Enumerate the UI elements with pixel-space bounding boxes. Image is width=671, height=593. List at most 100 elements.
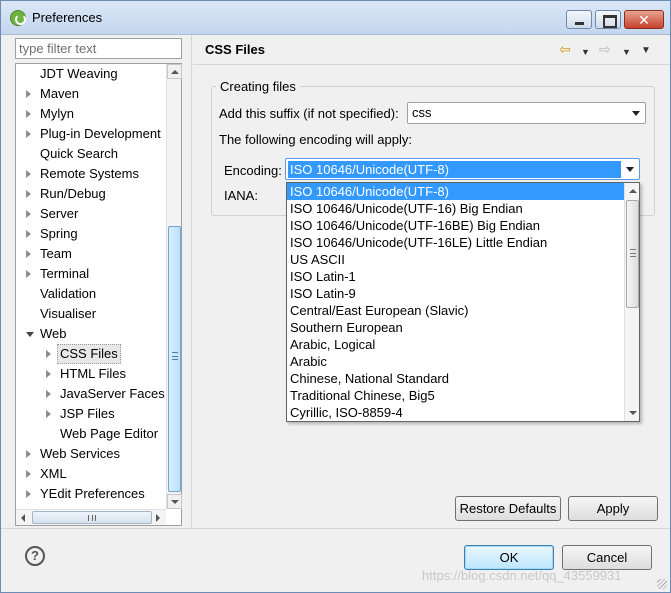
tree-item-label: XML	[40, 466, 67, 481]
tree-item[interactable]: Server	[16, 204, 181, 224]
ok-button[interactable]: OK	[464, 545, 554, 570]
collapsed-arrow-icon[interactable]	[26, 130, 31, 138]
resize-grip-icon[interactable]	[657, 579, 667, 589]
back-arrow-icon[interactable]: ⇦	[559, 42, 571, 56]
view-menu-icon[interactable]: ▼	[641, 44, 651, 58]
dropdown-scroll-thumb[interactable]	[626, 200, 639, 308]
forward-arrow-icon[interactable]: ⇨	[599, 42, 611, 56]
tree-item[interactable]: Web Services	[16, 444, 181, 464]
maximize-button[interactable]	[595, 10, 621, 29]
encoding-option[interactable]: ISO Latin-1	[287, 268, 624, 285]
help-icon[interactable]: ?	[25, 546, 45, 566]
scroll-left-arrow-icon[interactable]	[16, 510, 31, 525]
encoding-option[interactable]: ISO Latin-9	[287, 285, 624, 302]
collapsed-arrow-icon[interactable]	[46, 370, 51, 378]
tree-vertical-scrollbar[interactable]	[166, 64, 182, 509]
tree-item[interactable]: XML	[16, 464, 181, 484]
back-history-dropdown-icon[interactable]: ▼	[581, 45, 590, 59]
collapsed-arrow-icon[interactable]	[26, 90, 31, 98]
iana-label: IANA:	[224, 188, 258, 203]
tree-item[interactable]: Team	[16, 244, 181, 264]
scroll-up-arrow-icon[interactable]	[167, 64, 182, 79]
tree-item[interactable]: JSP Files	[16, 404, 181, 424]
forward-history-dropdown-icon[interactable]: ▼	[622, 45, 631, 59]
dropdown-scrollbar[interactable]	[624, 183, 639, 421]
expanded-arrow-icon[interactable]	[26, 332, 34, 337]
tree-item[interactable]: Quick Search	[16, 144, 181, 164]
title-bar[interactable]: Preferences ✕	[1, 1, 670, 35]
encoding-option[interactable]: ISO 10646/Unicode(UTF-16BE) Big Endian	[287, 217, 624, 234]
encoding-option[interactable]: ISO 10646/Unicode(UTF-16LE) Little Endia…	[287, 234, 624, 251]
tree-item-label: Terminal	[40, 266, 90, 281]
encoding-option[interactable]: ISO 10646/Unicode(UTF-8)	[287, 183, 624, 200]
restore-defaults-button[interactable]: Restore Defaults	[455, 496, 561, 521]
collapsed-arrow-icon[interactable]	[26, 190, 31, 198]
tree-item[interactable]: Run/Debug	[16, 184, 181, 204]
collapsed-arrow-icon[interactable]	[26, 490, 31, 498]
tree-item[interactable]: Web	[16, 324, 181, 344]
tree-item[interactable]: Remote Systems	[16, 164, 181, 184]
tree-item[interactable]: Validation	[16, 284, 181, 304]
collapsed-arrow-icon[interactable]	[26, 250, 31, 258]
encoding-option[interactable]: Southern European	[287, 319, 624, 336]
spring-app-icon	[10, 10, 26, 26]
minimize-button[interactable]	[566, 10, 592, 29]
chevron-down-icon	[626, 167, 634, 172]
encoding-option[interactable]: Arabic, Logical	[287, 336, 624, 353]
encoding-option[interactable]: Chinese, National Standard	[287, 370, 624, 387]
encoding-dropdown-list[interactable]: ISO 10646/Unicode(UTF-8) ISO 10646/Unicod…	[286, 182, 640, 422]
cancel-button[interactable]: Cancel	[562, 545, 652, 570]
encoding-option[interactable]: Cyrillic, ISO-8859-4	[287, 404, 624, 421]
tree-item-label: Remote Systems	[40, 166, 139, 181]
tree-item[interactable]: Visualiser	[16, 304, 181, 324]
tree-item[interactable]: Web Page Editor	[16, 424, 181, 444]
encoding-value: ISO 10646/Unicode(UTF-8)	[288, 161, 621, 178]
encoding-option[interactable]: Arabic	[287, 353, 624, 370]
tree-item[interactable]: Plug-in Development	[16, 124, 181, 144]
tree-item-label: Maven	[40, 86, 80, 101]
scroll-right-arrow-icon[interactable]	[151, 510, 166, 525]
tree-item[interactable]: JDT Weaving	[16, 64, 181, 84]
tree-item[interactable]: Terminal	[16, 264, 181, 284]
grip-icon	[172, 352, 178, 360]
collapsed-arrow-icon[interactable]	[26, 270, 31, 278]
scroll-down-arrow-icon[interactable]	[625, 405, 639, 421]
collapsed-arrow-icon[interactable]	[26, 230, 31, 238]
preference-tree[interactable]: JDT Weaving Maven Mylyn Plug-in Development…	[15, 63, 182, 526]
tree-item[interactable]: Spring	[16, 224, 181, 244]
collapsed-arrow-icon[interactable]	[26, 210, 31, 218]
tree-item-label: YEdit Preferences	[40, 486, 145, 501]
horizontal-scroll-thumb[interactable]	[32, 511, 152, 524]
encoding-option[interactable]: Traditional Chinese, Big5	[287, 387, 624, 404]
tree-item-label: Server	[40, 206, 79, 221]
encoding-combo[interactable]: ISO 10646/Unicode(UTF-8)	[285, 158, 640, 180]
encoding-label: Encoding:	[224, 163, 282, 178]
panel-splitter[interactable]	[191, 35, 192, 528]
collapsed-arrow-icon[interactable]	[26, 110, 31, 118]
collapsed-arrow-icon[interactable]	[26, 470, 31, 478]
collapsed-arrow-icon[interactable]	[46, 410, 51, 418]
scroll-down-arrow-icon[interactable]	[167, 494, 182, 509]
tree-item[interactable]: HTML Files	[16, 364, 181, 384]
collapsed-arrow-icon[interactable]	[26, 170, 31, 178]
tree-horizontal-scrollbar[interactable]	[16, 509, 166, 525]
chevron-down-icon	[632, 111, 640, 116]
close-button[interactable]: ✕	[624, 10, 664, 29]
scroll-up-arrow-icon[interactable]	[625, 183, 639, 199]
scroll-thumb[interactable]	[168, 226, 181, 492]
suffix-combo[interactable]: css	[407, 102, 646, 124]
apply-button[interactable]: Apply	[568, 496, 658, 521]
collapsed-arrow-icon[interactable]	[46, 350, 51, 358]
tree-item-label: Plug-in Development	[40, 126, 161, 141]
filter-input[interactable]	[15, 38, 182, 59]
encoding-option[interactable]: US ASCII	[287, 251, 624, 268]
collapsed-arrow-icon[interactable]	[46, 390, 51, 398]
encoding-option[interactable]: Central/East European (Slavic)	[287, 302, 624, 319]
tree-item[interactable]: YEdit Preferences	[16, 484, 181, 504]
encoding-option[interactable]: ISO 10646/Unicode(UTF-16) Big Endian	[287, 200, 624, 217]
collapsed-arrow-icon[interactable]	[26, 450, 31, 458]
tree-item[interactable]: Mylyn	[16, 104, 181, 124]
tree-item[interactable]: JavaServer Faces T	[16, 384, 181, 404]
tree-item[interactable]: Maven	[16, 84, 181, 104]
tree-item[interactable]: CSS Files	[16, 344, 181, 364]
